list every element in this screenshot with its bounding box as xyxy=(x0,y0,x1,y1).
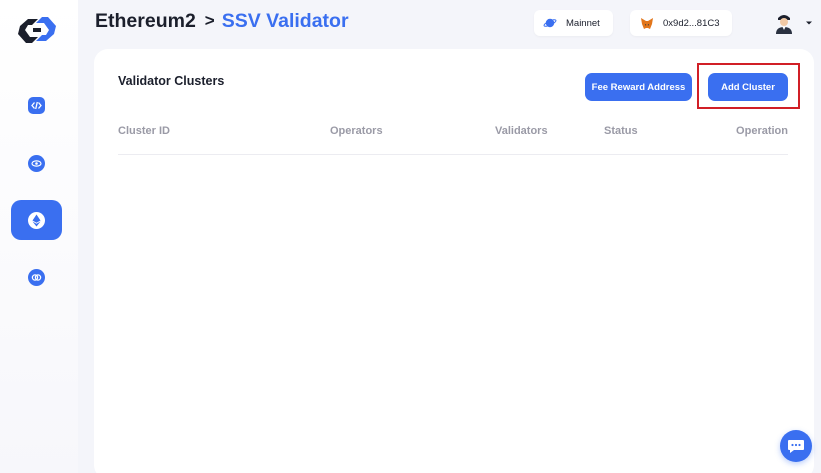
sidebar-item-code[interactable] xyxy=(11,85,62,125)
chevron-down-icon[interactable] xyxy=(805,19,813,27)
table-divider xyxy=(118,154,788,155)
breadcrumb: Ethereum2 > SSV Validator xyxy=(95,8,349,34)
panel-title: Validator Clusters xyxy=(118,74,225,88)
column-header-operators: Operators xyxy=(330,125,383,137)
sidebar-item-explore[interactable] xyxy=(11,143,62,183)
wallet-address: 0x9d2...81C3 xyxy=(663,17,720,29)
chat-button[interactable] xyxy=(780,430,812,462)
breadcrumb-separator: > xyxy=(204,11,215,30)
sidebar xyxy=(0,0,78,473)
network-selector[interactable]: Mainnet xyxy=(534,10,613,36)
network-label: Mainnet xyxy=(566,17,600,29)
sidebar-item-ethereum[interactable] xyxy=(11,200,62,240)
validator-clusters-panel: Validator Clusters Fee Reward Address Ad… xyxy=(94,49,814,473)
wallet-button[interactable]: 0x9d2...81C3 xyxy=(630,10,732,36)
planet-icon xyxy=(543,16,557,30)
column-header-operation: Operation xyxy=(736,125,788,137)
column-header-validators: Validators xyxy=(495,125,548,137)
page-title: SSV Validator xyxy=(221,9,349,32)
code-icon xyxy=(28,96,45,114)
breadcrumb-root[interactable]: Ethereum2 xyxy=(95,10,196,33)
sidebar-item-link[interactable] xyxy=(11,257,62,297)
add-cluster-button[interactable]: Add Cluster xyxy=(708,73,788,101)
column-header-cluster-id: Cluster ID xyxy=(118,125,170,137)
column-header-status: Status xyxy=(604,125,638,137)
user-avatar-icon[interactable] xyxy=(774,12,794,34)
eye-icon xyxy=(28,154,45,172)
metamask-fox-icon xyxy=(640,16,654,30)
fee-reward-address-button[interactable]: Fee Reward Address xyxy=(585,73,692,101)
logo-icon[interactable] xyxy=(16,16,58,44)
chat-bubble-icon xyxy=(788,440,804,453)
link-icon xyxy=(28,268,45,286)
ethereum-icon xyxy=(28,211,45,229)
table-header: Cluster ID Operators Validators Status O… xyxy=(118,125,788,139)
